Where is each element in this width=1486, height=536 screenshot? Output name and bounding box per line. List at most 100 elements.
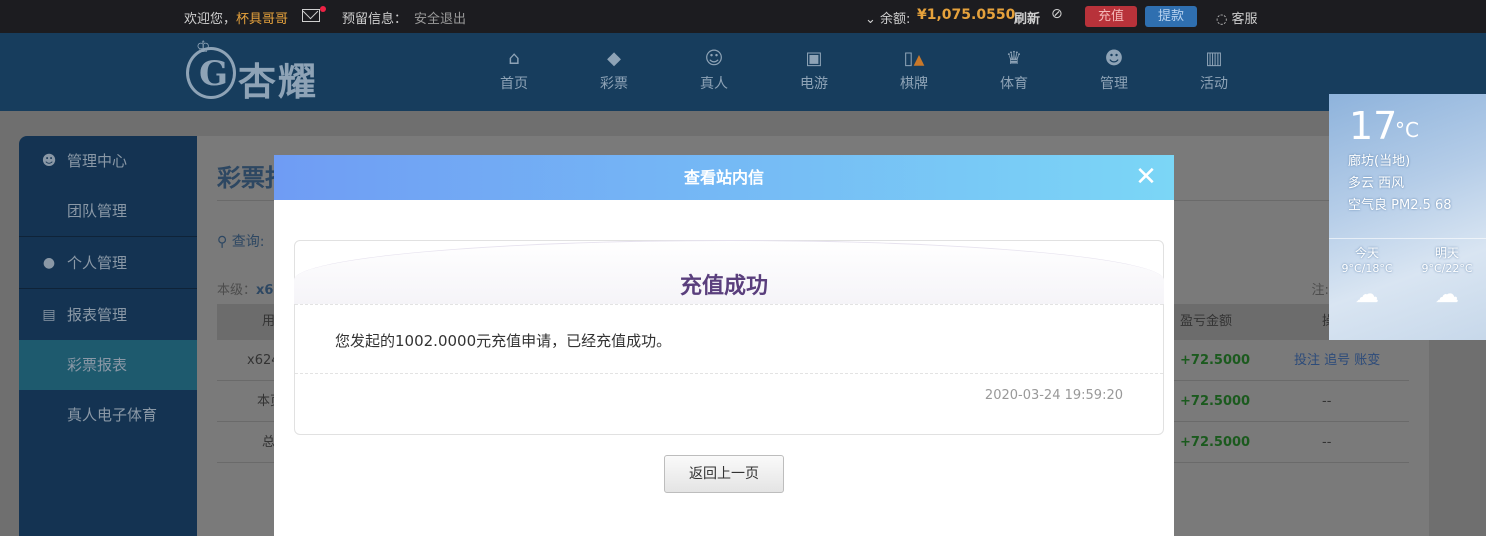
sidebar-item-personal[interactable]: ● 个人管理: [19, 238, 197, 288]
logo-text: 杏耀: [238, 60, 319, 104]
customer-service-link[interactable]: ◌ 客服: [1216, 8, 1258, 27]
weather-unit: °C: [1395, 118, 1419, 142]
main-header: ♔ 杏耀 ⌂ 首页 ◆ 彩票 ☺ 真人 ▣ 电游 ▯▲ 棋牌 ♛ 体育 ☻ 管理 ▥ 活动: [0, 33, 1486, 111]
nav-label: 彩票: [600, 76, 628, 92]
sidebar-item-label: 团队管理: [67, 202, 128, 220]
report-icon: ▤: [42, 307, 56, 323]
level-user: x6: [256, 283, 274, 298]
level-text: 本级：: [217, 283, 257, 298]
back-button[interactable]: 返回上一页: [664, 455, 784, 493]
logo-emblem: [186, 47, 236, 99]
balance-value: ¥1,075.0550: [917, 7, 1016, 23]
mail-icon[interactable]: [302, 9, 320, 22]
nav-chess[interactable]: ▯▲ 棋牌: [884, 47, 944, 93]
sidebar-item-label: 彩票报表: [67, 356, 128, 374]
site-logo[interactable]: ♔ 杏耀: [186, 37, 336, 104]
nav-home[interactable]: ⌂ 首页: [484, 47, 544, 93]
cell-actions: --: [1322, 435, 1332, 450]
cloudy-sun-icon: ☁: [1355, 280, 1379, 308]
cell-actions: --: [1322, 394, 1332, 409]
balance-label: 余额:: [880, 12, 911, 27]
weather-condition: 多云 西风: [1348, 176, 1405, 191]
nav-live[interactable]: ☺ 真人: [684, 47, 744, 93]
cards-icon: ▯▲: [903, 48, 925, 69]
trophy-icon: ♛: [1005, 48, 1023, 69]
weather-tomorrow-label: 明天: [1434, 246, 1459, 260]
balance-toggle[interactable]: ⌄ 余额:: [865, 8, 910, 27]
top-bar: 欢迎您，杯具哥哥 预留信息： 安全退出 ⌄ 余额: ¥1,075.0550 刷新…: [0, 0, 1486, 33]
users-icon: ☻: [1104, 48, 1124, 69]
message-title: 充值成功: [679, 274, 768, 299]
nav-label: 首页: [500, 76, 528, 92]
nav-manage[interactable]: ☻ 管理: [1084, 47, 1144, 93]
message-body: 您发起的1002.0000元充值申请，已经充值成功。: [335, 332, 672, 350]
chevron-down-icon: ⌄: [865, 12, 881, 27]
weather-temp: 17: [1349, 104, 1398, 148]
welcome-text: 欢迎您，杯具哥哥: [184, 8, 288, 27]
service-label: 客服: [1231, 12, 1258, 27]
col-profit-header: 盈亏金额: [1180, 314, 1233, 329]
nav-label: 活动: [1200, 76, 1228, 92]
sidebar-item-label: 个人管理: [67, 254, 128, 272]
query-label[interactable]: ⚲ 查询:: [217, 231, 264, 251]
welcome-label: 欢迎您，: [184, 12, 237, 27]
sidebar-item-live-sports[interactable]: 真人电子体育: [19, 390, 197, 440]
nav-label: 管理: [1100, 76, 1128, 92]
level-label: 本级：x6: [217, 279, 273, 298]
nav-lottery[interactable]: ◆ 彩票: [584, 47, 644, 93]
sidebar-item-team[interactable]: 团队管理: [19, 186, 197, 236]
cell-profit: +72.5000: [1180, 353, 1251, 368]
home-icon: ⌂: [508, 48, 520, 69]
cell-profit: +72.5000: [1180, 435, 1251, 450]
modal-title: 查看站内信: [683, 168, 764, 187]
close-icon[interactable]: ✕: [1130, 161, 1162, 193]
weather-today-range: 9°C/18°C: [1341, 262, 1393, 275]
sidebar-item-label: 真人电子体育: [67, 406, 158, 424]
nav-sports[interactable]: ♛ 体育: [984, 47, 1044, 93]
query-text: 查询:: [231, 234, 265, 250]
cloudy-sun-icon: ☁: [1435, 280, 1459, 308]
nav-label: 电游: [800, 76, 828, 92]
sidebar-item-management-center[interactable]: ☻ 管理中心: [19, 136, 197, 186]
weather-air: 空气良 PM2.5 68: [1348, 198, 1452, 213]
weather-tomorrow-range: 9°C/22°C: [1421, 262, 1473, 275]
username-link[interactable]: 杯具哥哥: [236, 12, 288, 27]
message-modal: 查看站内信 ✕ 充值成功 您发起的1002.0000元充值申请，已经充值成功。 …: [274, 155, 1174, 536]
message-divider: [295, 373, 1163, 374]
chat-icon: ◌: [1216, 12, 1232, 27]
weather-today-label: 今天: [1354, 246, 1379, 260]
sidebar: ☻ 管理中心 团队管理 ● 个人管理 ▤ 报表管理 彩票报表 真人电子体育: [19, 136, 197, 536]
unread-dot: [320, 6, 326, 12]
nav-label: 棋牌: [900, 76, 928, 92]
hot-badge-icon: ▲: [913, 52, 925, 68]
cell-actions[interactable]: 投注 追号 账变: [1294, 340, 1380, 381]
nav-slots[interactable]: ▣ 电游: [784, 47, 844, 93]
eye-hide-icon[interactable]: ⊘: [1051, 6, 1063, 22]
search-icon: ⚲: [217, 234, 232, 250]
logout-link[interactable]: 安全退出: [414, 8, 466, 27]
sidebar-divider: [19, 288, 197, 289]
user-icon: ●: [42, 255, 56, 271]
withdraw-button[interactable]: 提款: [1145, 6, 1197, 27]
nav-activity[interactable]: ▥ 活动: [1184, 47, 1244, 93]
nav-label: 真人: [700, 76, 728, 92]
sidebar-item-label: 管理中心: [67, 152, 128, 170]
sidebar-item-reports[interactable]: ▤ 报表管理: [19, 290, 197, 340]
sidebar-divider: [19, 236, 197, 237]
group-icon: ☻: [41, 153, 57, 169]
message-timestamp: 2020-03-24 19:59:20: [984, 388, 1123, 403]
sidebar-item-label: 报表管理: [67, 306, 128, 324]
slot-icon: ▣: [805, 48, 823, 69]
gift-icon: ▥: [1205, 48, 1223, 69]
nav-label: 体育: [1000, 76, 1028, 92]
message-divider: [295, 304, 1163, 305]
reserve-info-label: 预留信息：: [342, 12, 408, 27]
person-icon: ☺: [704, 48, 724, 69]
weather-divider: [1329, 238, 1486, 239]
recharge-button[interactable]: 充值: [1085, 6, 1137, 27]
sidebar-item-lottery-report[interactable]: 彩票报表: [19, 340, 197, 390]
cell-profit: +72.5000: [1180, 394, 1251, 409]
weather-widget[interactable]: 17 °C 廊坊(当地) 多云 西风 空气良 PM2.5 68 今天 9°C/1…: [1329, 94, 1486, 340]
weather-city: 廊坊(当地): [1348, 154, 1411, 169]
refresh-link[interactable]: 刷新: [1014, 8, 1040, 27]
